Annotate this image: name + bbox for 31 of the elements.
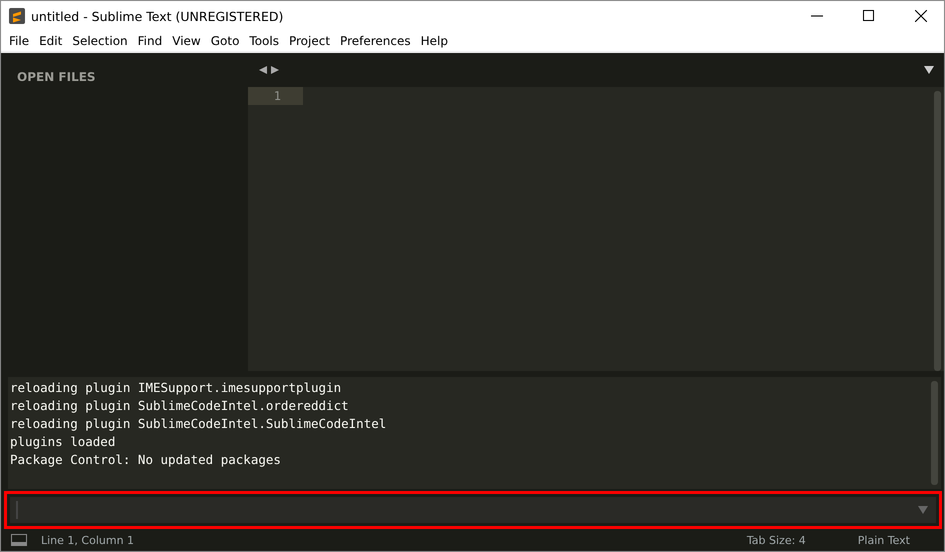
menu-item[interactable]: Help [416, 34, 453, 48]
console-line: reloading plugin IMESupport.imesupportplugin [10, 379, 342, 397]
console-input-field[interactable] [10, 497, 936, 523]
console-line: reloading plugin SublimeCodeIntel.SublimeCodeIntel [10, 415, 388, 433]
close-icon[interactable] [915, 10, 927, 22]
maximize-icon[interactable] [863, 10, 875, 22]
line-number: 1 [248, 87, 303, 105]
sidebar-heading: OPEN FILES [17, 70, 96, 84]
menu-item[interactable]: Find [132, 34, 168, 48]
left-arrow-icon[interactable] [258, 65, 268, 75]
dropdown-icon[interactable] [924, 65, 934, 75]
right-arrow-icon[interactable] [270, 65, 280, 75]
console-line: Package Control: No updated packages [10, 451, 282, 469]
menu-item[interactable]: View [167, 34, 206, 48]
window-title: untitled - Sublime Text (UNREGISTERED) [31, 8, 284, 24]
panel-toggle-icon[interactable] [11, 534, 27, 546]
menu-item[interactable]: Edit [34, 34, 68, 48]
menu-item[interactable]: Preferences [335, 34, 416, 48]
menu-item[interactable]: Selection [67, 34, 133, 48]
menu-item[interactable]: Project [284, 34, 336, 48]
console-line: reloading plugin SublimeCodeIntel.ordereddict [10, 397, 350, 415]
menu-item[interactable]: File [4, 34, 34, 48]
syntax-label[interactable]: Plain Text [858, 534, 910, 546]
console-line: plugins loaded [10, 433, 116, 451]
scrollbar[interactable] [934, 91, 941, 371]
menu-item[interactable]: Tools [244, 34, 284, 48]
tab-size[interactable]: Tab Size: 4 [746, 534, 806, 546]
scrollbar[interactable] [931, 381, 938, 485]
cursor-position[interactable]: Line 1, Column 1 [41, 534, 747, 546]
app-logo-icon [9, 8, 25, 24]
menu-item[interactable]: Goto [206, 34, 244, 48]
